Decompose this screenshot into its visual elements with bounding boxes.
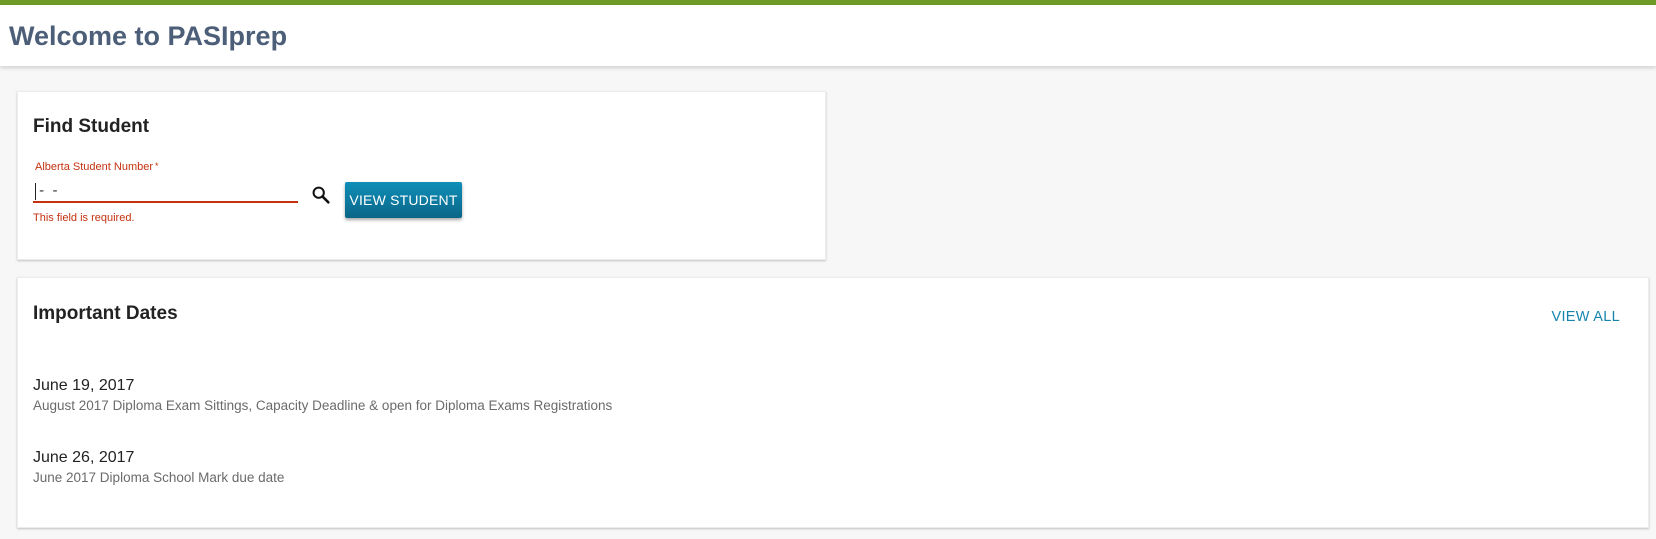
- find-student-title: Find Student: [33, 116, 150, 137]
- view-all-link[interactable]: VIEW ALL: [1552, 309, 1621, 325]
- important-dates-title: Important Dates: [33, 303, 178, 324]
- field-error-message: This field is required.: [33, 212, 135, 224]
- text-cursor: [35, 183, 36, 200]
- search-icon-glyph: [312, 186, 330, 204]
- page-title: Welcome to PASIprep: [9, 21, 288, 51]
- required-marker: *: [155, 161, 159, 171]
- search-icon[interactable]: [310, 184, 332, 206]
- important-dates-list: June 19, 2017 August 2017 Diploma Exam S…: [33, 376, 612, 520]
- find-student-card: Find Student Alberta Student Number* Thi…: [17, 91, 826, 260]
- list-item: June 19, 2017 August 2017 Diploma Exam S…: [33, 376, 612, 448]
- date-heading: June 26, 2017: [33, 449, 135, 466]
- alberta-student-number-input[interactable]: [33, 179, 298, 203]
- date-heading: June 19, 2017: [33, 377, 135, 394]
- list-item: June 26, 2017 June 2017 Diploma School M…: [33, 448, 612, 520]
- view-student-button[interactable]: VIEW STUDENT: [345, 182, 462, 218]
- asn-label-text: Alberta Student Number: [35, 161, 154, 173]
- page-header: Welcome to PASIprep: [0, 5, 1656, 66]
- important-dates-card: Important Dates VIEW ALL June 19, 2017 A…: [17, 277, 1649, 528]
- asn-field-label: Alberta Student Number *: [35, 161, 159, 173]
- date-description: June 2017 Diploma School Mark due date: [33, 470, 285, 485]
- date-description: August 2017 Diploma Exam Sittings, Capac…: [33, 398, 613, 413]
